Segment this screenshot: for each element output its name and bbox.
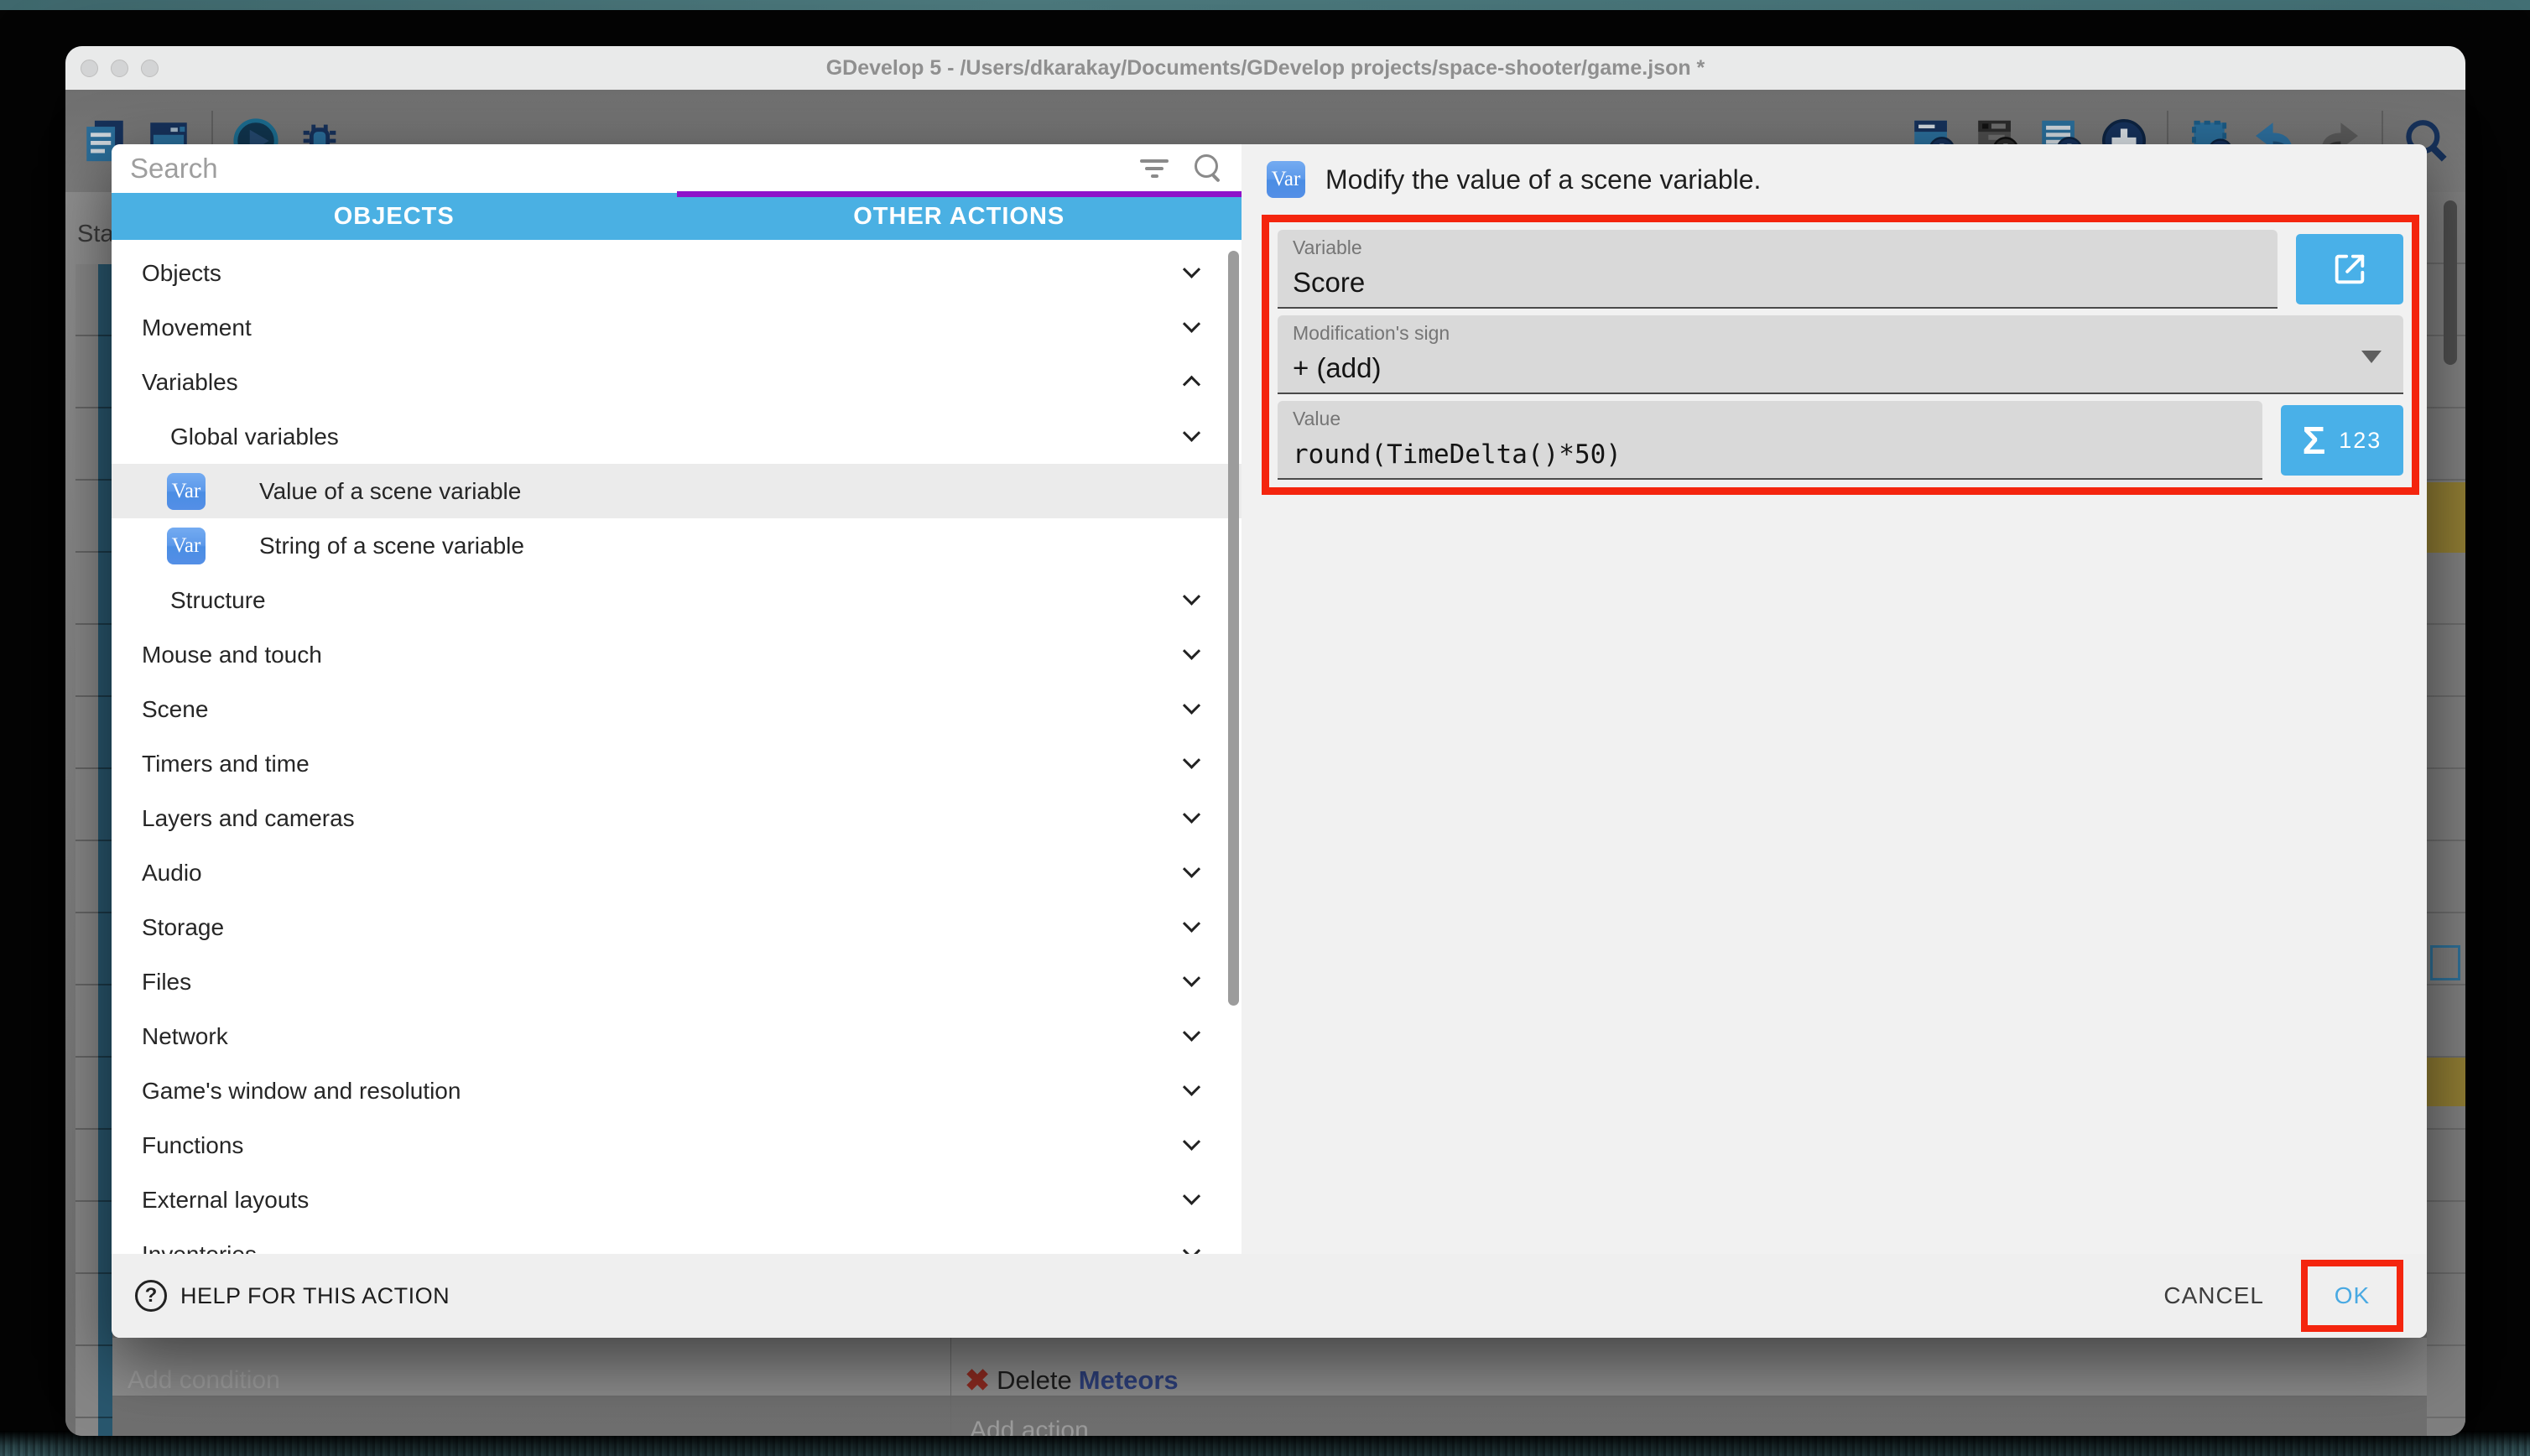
chevron-down-icon[interactable] bbox=[1183, 1133, 1200, 1151]
delete-action-object: Meteors bbox=[1079, 1365, 1179, 1396]
chevron-down-icon[interactable] bbox=[1183, 861, 1200, 878]
list-item-audio[interactable]: Audio bbox=[112, 845, 1242, 900]
chevron-down-icon[interactable] bbox=[1183, 970, 1200, 987]
list-item-structure[interactable]: Structure bbox=[112, 573, 1242, 627]
list-item-global-variables[interactable]: Global variables bbox=[112, 409, 1242, 464]
dialog-footer: ? HELP FOR THIS ACTION CANCEL OK bbox=[112, 1254, 2427, 1338]
list-item-mouse-and-touch[interactable]: Mouse and touch bbox=[112, 627, 1242, 682]
search-bar bbox=[112, 144, 1242, 193]
chevron-down-icon[interactable] bbox=[1183, 588, 1200, 606]
chevron-down-icon[interactable] bbox=[1183, 1242, 1200, 1254]
list-item-string-of-scene-variable[interactable]: Var String of a scene variable bbox=[112, 518, 1242, 573]
delete-action-row[interactable]: ✖ Delete Meteors bbox=[965, 1363, 1179, 1398]
instruction-editor-dialog: OBJECTS OTHER ACTIONS Objects Movement V… bbox=[112, 144, 2427, 1338]
variable-icon: Var bbox=[167, 473, 206, 510]
list-item-inventories[interactable]: Inventories bbox=[112, 1227, 1242, 1254]
chevron-down-icon[interactable] bbox=[1183, 315, 1200, 333]
value-field-row: Value round(TimeDelta()*50) Σ 123 bbox=[1278, 401, 2403, 480]
annotation-red-box: Variable Score Modification's sign + (ad… bbox=[1262, 215, 2419, 495]
variable-field[interactable]: Variable Score bbox=[1278, 230, 2278, 309]
list-item-value-of-scene-variable[interactable]: Var Value of a scene variable bbox=[112, 464, 1242, 518]
action-title: Modify the value of a scene variable. bbox=[1325, 164, 1761, 195]
list-item-storage[interactable]: Storage bbox=[112, 900, 1242, 954]
list-item-files[interactable]: Files bbox=[112, 954, 1242, 1009]
tab-objects[interactable]: OBJECTS bbox=[112, 193, 677, 240]
chevron-down-icon[interactable] bbox=[1183, 261, 1200, 278]
instruction-chooser-panel: OBJECTS OTHER ACTIONS Objects Movement V… bbox=[112, 144, 1242, 1254]
help-icon: ? bbox=[135, 1280, 167, 1312]
chevron-down-icon[interactable] bbox=[1183, 642, 1200, 660]
expression-editor-button[interactable]: Σ 123 bbox=[2281, 405, 2403, 476]
variable-field-label: Variable bbox=[1293, 237, 2262, 259]
list-item-objects[interactable]: Objects bbox=[112, 246, 1242, 300]
action-header: Var Modify the value of a scene variable… bbox=[1267, 161, 1761, 198]
list-item-functions[interactable]: Functions bbox=[112, 1118, 1242, 1173]
variable-field-row: Variable Score bbox=[1278, 230, 2403, 309]
ok-button[interactable]: OK bbox=[2335, 1282, 2370, 1309]
highlighted-event-row bbox=[2427, 1058, 2465, 1106]
delete-action-label: Delete bbox=[997, 1365, 1072, 1396]
event-sheet-right-edge bbox=[2427, 192, 2465, 1436]
list-item-variables[interactable]: Variables bbox=[112, 355, 1242, 409]
annotation-red-box-ok: OK bbox=[2301, 1260, 2403, 1332]
condition-action-divider bbox=[950, 1338, 951, 1436]
value-field-label: Value bbox=[1293, 408, 2247, 430]
active-tab-indicator bbox=[677, 191, 1242, 197]
event-field-outline bbox=[2430, 945, 2460, 980]
window-title: GDevelop 5 - /Users/dkarakay/Documents/G… bbox=[65, 56, 2465, 81]
chevron-down-icon[interactable] bbox=[1183, 915, 1200, 933]
add-action-link[interactable]: Add action bbox=[970, 1417, 1089, 1436]
search-icon[interactable] bbox=[1195, 154, 1223, 183]
open-variable-editor-button[interactable] bbox=[2296, 234, 2403, 304]
list-item-movement[interactable]: Movement bbox=[112, 300, 1242, 355]
dropdown-arrow-icon[interactable] bbox=[2361, 351, 2382, 373]
event-sheet-margin-column bbox=[75, 264, 98, 1436]
sign-field-label: Modification's sign bbox=[1293, 322, 2388, 345]
scene-tab-label: Sta bbox=[77, 221, 114, 248]
help-for-this-action-button[interactable]: ? HELP FOR THIS ACTION bbox=[135, 1280, 450, 1312]
list-item-network[interactable]: Network bbox=[112, 1009, 1242, 1063]
list-scrollbar[interactable] bbox=[1228, 251, 1239, 1006]
chevron-down-icon[interactable] bbox=[1183, 424, 1200, 442]
chevron-down-icon[interactable] bbox=[1183, 1024, 1200, 1042]
chevron-down-icon[interactable] bbox=[1183, 806, 1200, 824]
chevron-down-icon[interactable] bbox=[1183, 751, 1200, 769]
desktop-edge-top bbox=[0, 0, 2530, 10]
event-sheet-scrollbar[interactable] bbox=[2444, 200, 2457, 365]
event-row bbox=[112, 1338, 2427, 1396]
chevron-down-icon[interactable] bbox=[1183, 1079, 1200, 1096]
action-parameters-panel: Var Modify the value of a scene variable… bbox=[1242, 144, 2427, 1254]
titlebar: GDevelop 5 - /Users/dkarakay/Documents/G… bbox=[65, 46, 2465, 90]
chevron-down-icon[interactable] bbox=[1183, 1188, 1200, 1205]
list-item-timers-and-time[interactable]: Timers and time bbox=[112, 736, 1242, 791]
variable-icon: Var bbox=[1267, 161, 1305, 198]
filter-icon[interactable] bbox=[1139, 156, 1169, 181]
variable-icon: Var bbox=[167, 528, 206, 564]
sigma-123-icon: Σ bbox=[2303, 421, 2326, 460]
list-item-scene[interactable]: Scene bbox=[112, 682, 1242, 736]
chevron-up-icon[interactable] bbox=[1183, 376, 1200, 393]
action-category-list: Objects Movement Variables Global variab… bbox=[112, 246, 1242, 1254]
event-sheet-selection-column bbox=[98, 264, 112, 1436]
chevron-down-icon[interactable] bbox=[1183, 697, 1200, 715]
modification-sign-field[interactable]: Modification's sign + (add) bbox=[1278, 315, 2403, 394]
value-field-value[interactable]: round(TimeDelta()*50) bbox=[1293, 439, 2247, 473]
list-item-layers-and-cameras[interactable]: Layers and cameras bbox=[112, 791, 1242, 845]
tab-bar: OBJECTS OTHER ACTIONS bbox=[112, 193, 1242, 240]
open-in-new-icon bbox=[2330, 250, 2369, 289]
variable-field-value[interactable]: Score bbox=[1293, 267, 2262, 302]
value-field[interactable]: Value round(TimeDelta()*50) bbox=[1278, 401, 2262, 480]
cancel-button[interactable]: CANCEL bbox=[2163, 1282, 2264, 1309]
sign-field-row: Modification's sign + (add) bbox=[1278, 315, 2403, 394]
list-item-games-window[interactable]: Game's window and resolution bbox=[112, 1063, 1242, 1118]
search-input[interactable] bbox=[130, 153, 1114, 185]
highlighted-event-row bbox=[2427, 482, 2465, 553]
add-condition-link[interactable]: Add condition bbox=[128, 1366, 280, 1395]
sign-field-value[interactable]: + (add) bbox=[1293, 352, 2388, 387]
list-item-external-layouts[interactable]: External layouts bbox=[112, 1173, 1242, 1227]
delete-icon: ✖ bbox=[965, 1363, 990, 1398]
tab-other-actions[interactable]: OTHER ACTIONS bbox=[677, 193, 1242, 240]
